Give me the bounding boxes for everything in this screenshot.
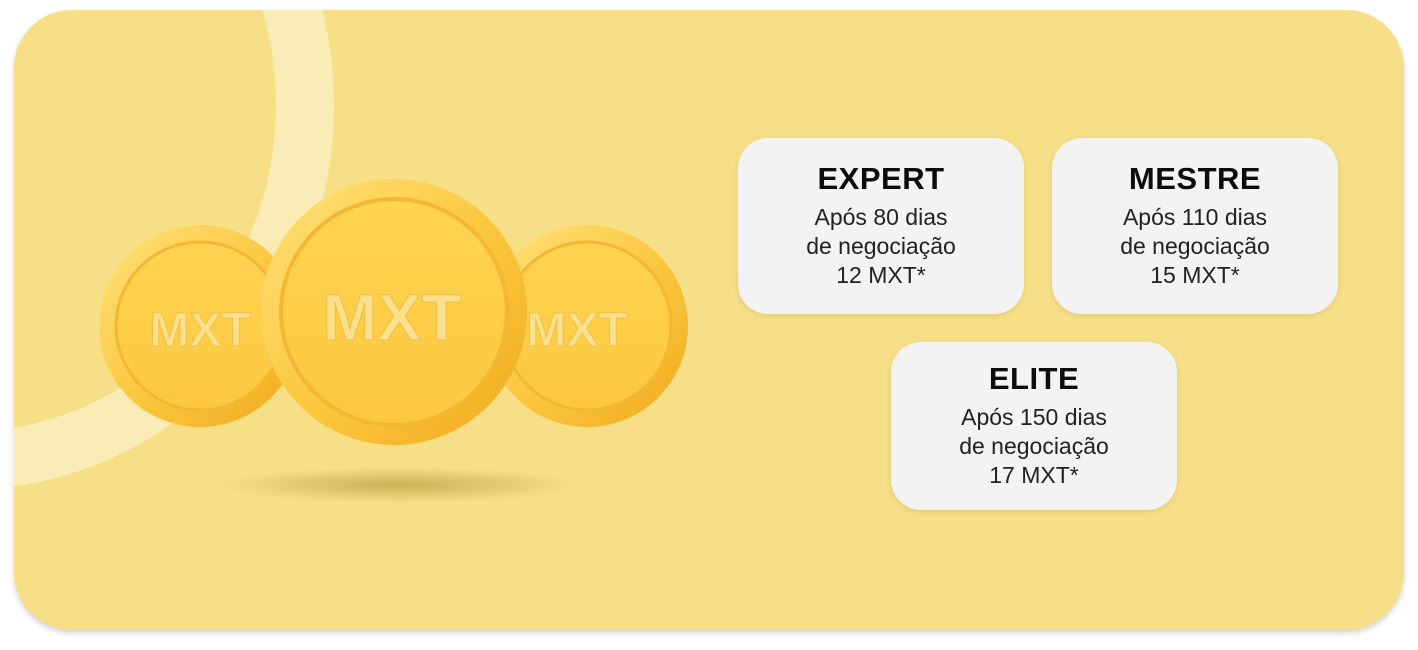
tier-trading: de negociação bbox=[959, 432, 1109, 459]
coin-label: MXT bbox=[322, 280, 461, 354]
coin-label: MXT bbox=[526, 304, 627, 357]
mxt-coins-illustration: MXT MXT MXT bbox=[99, 179, 688, 503]
coin-label: MXT bbox=[149, 304, 250, 357]
rewards-banner: MXT MXT MXT EXPERT Após 80 dias de negoc… bbox=[14, 10, 1404, 630]
tier-days: Após 150 dias bbox=[961, 403, 1107, 430]
mxt-coin-icon: MXT bbox=[261, 179, 527, 445]
tier-reward: 12 MXT* bbox=[836, 261, 926, 288]
tier-title: ELITE bbox=[988, 360, 1080, 396]
tier-trading: de negociação bbox=[806, 232, 956, 259]
tier-trading: de negociação bbox=[1120, 232, 1270, 259]
tier-title: EXPERT bbox=[817, 160, 945, 196]
tier-card-expert: EXPERT Após 80 dias de negociação 12 MXT… bbox=[738, 138, 1024, 314]
tier-days: Após 110 dias bbox=[1122, 203, 1268, 230]
tier-reward: 15 MXT* bbox=[1150, 261, 1240, 288]
tier-card-elite: ELITE Após 150 dias de negociação 17 MXT… bbox=[891, 342, 1177, 510]
tier-days: Após 80 dias bbox=[814, 203, 948, 230]
tier-title: MESTRE bbox=[1128, 160, 1262, 196]
tier-reward: 17 MXT* bbox=[989, 461, 1079, 488]
tier-card-mestre: MESTRE Após 110 dias de negociação 15 MX… bbox=[1052, 138, 1338, 314]
